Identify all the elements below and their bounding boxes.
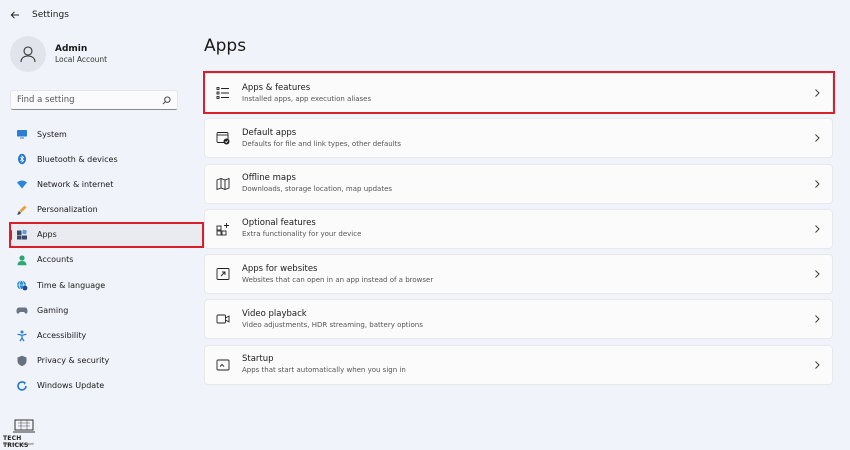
user-profile[interactable]: Admin Local Account <box>10 36 107 72</box>
card-subtitle: Websites that can open in an app instead… <box>242 275 434 284</box>
monitor-icon <box>16 128 28 140</box>
card-title: Apps for websites <box>242 263 318 274</box>
chevron-right-icon <box>815 179 820 188</box>
sidebar-item-label: Accounts <box>37 255 74 265</box>
bluetooth-icon <box>16 153 28 165</box>
annotation-highlight-apps <box>9 222 204 248</box>
annotation-highlight-apps-features <box>203 71 835 114</box>
default-apps-icon <box>216 131 230 145</box>
sidebar-item-label: Gaming <box>37 305 69 315</box>
card-title: Default apps <box>242 127 297 138</box>
user-name: Admin <box>55 44 88 54</box>
card-title: Offline maps <box>242 173 296 184</box>
sidebar-item-label: System <box>37 129 67 139</box>
avatar <box>10 36 46 72</box>
optional-features-icon <box>216 222 230 236</box>
card-subtitle: Apps that start automatically when you s… <box>242 366 406 375</box>
sidebar-item-network[interactable]: Network & internet <box>10 173 202 195</box>
back-button[interactable] <box>0 0 30 30</box>
watermark-subtext: THỦ THUẬT CÔNG NGHỆ <box>3 443 34 446</box>
chevron-right-icon <box>815 360 820 369</box>
sidebar-item-label: Accessibility <box>37 331 87 340</box>
search-input[interactable] <box>17 95 162 105</box>
chevron-right-icon <box>815 134 820 143</box>
sidebar-nav: System Bluetooth & devices Network & int… <box>10 123 202 400</box>
card-offline-maps[interactable]: Offline maps Downloads, storage location… <box>204 163 833 204</box>
accessibility-icon <box>16 330 28 342</box>
gamepad-icon <box>16 304 28 316</box>
card-subtitle: Video adjustments, HDR streaming, batter… <box>242 320 423 329</box>
arrow-left-icon <box>10 11 19 19</box>
globe-clock-icon <box>16 279 28 291</box>
apps-websites-icon <box>216 267 230 281</box>
sidebar-item-label: Windows Update <box>37 381 105 391</box>
watermark-text: TECH TRICKS <box>3 435 29 449</box>
startup-icon <box>216 358 230 372</box>
person-icon <box>20 46 36 63</box>
settings-cards: Apps & features Installed apps, app exec… <box>204 73 833 390</box>
chevron-right-icon <box>815 225 820 233</box>
card-startup[interactable]: Startup Apps that start automatically wh… <box>204 344 833 385</box>
shield-icon <box>16 355 28 367</box>
chevron-right-icon <box>815 270 820 279</box>
card-video-playback[interactable]: Video playback Video adjustments, HDR st… <box>204 299 833 340</box>
search-icon <box>162 95 171 104</box>
update-icon <box>16 380 28 392</box>
sidebar-item-label: Privacy & security <box>37 356 110 366</box>
sidebar-item-personalization[interactable]: Personalization <box>10 199 202 221</box>
brush-icon <box>16 204 28 216</box>
card-title: Optional features <box>242 218 316 229</box>
sidebar-item-gaming[interactable]: Gaming <box>10 299 202 321</box>
sidebar-item-time-language[interactable]: Time & language <box>10 274 202 296</box>
user-account-type: Local Account <box>55 55 108 64</box>
sidebar-item-label: Bluetooth & devices <box>37 154 118 164</box>
card-subtitle: Defaults for file and link types, other … <box>242 139 402 148</box>
app-title: Settings <box>32 10 69 20</box>
sidebar-item-accounts[interactable]: Accounts <box>10 249 202 271</box>
card-default-apps[interactable]: Default apps Defaults for file and link … <box>204 118 833 159</box>
wifi-icon <box>16 178 28 190</box>
card-subtitle: Downloads, storage location, map updates <box>242 185 393 194</box>
sidebar-item-privacy-security[interactable]: Privacy & security <box>10 350 202 372</box>
video-icon <box>216 312 230 326</box>
card-optional-features[interactable]: Optional features Extra functionality fo… <box>204 208 833 249</box>
map-icon <box>216 177 230 191</box>
sidebar-item-system[interactable]: System <box>10 123 202 145</box>
sidebar-item-label: Network & internet <box>37 179 114 189</box>
sidebar-item-label: Time & language <box>37 280 106 290</box>
page-title: Apps <box>204 36 247 56</box>
chevron-right-icon <box>815 315 820 324</box>
card-apps-for-websites[interactable]: Apps for websites Websites that can open… <box>204 254 833 295</box>
title-bar: Settings <box>0 0 850 30</box>
sidebar-item-windows-update[interactable]: Windows Update <box>10 375 202 397</box>
person-icon <box>16 254 28 266</box>
sidebar-item-bluetooth[interactable]: Bluetooth & devices <box>10 148 202 170</box>
sidebar-item-label: Personalization <box>37 205 98 215</box>
sidebar-item-accessibility[interactable]: Accessibility <box>10 325 202 347</box>
watermark-icon <box>13 419 35 433</box>
search-box[interactable] <box>10 90 178 110</box>
card-subtitle: Extra functionality for your device <box>242 230 362 239</box>
watermark-logo: TECH TRICKS THỦ THUẬT CÔNG NGHỆ <box>3 418 49 449</box>
card-title: Video playback <box>242 308 307 319</box>
card-title: Startup <box>242 354 274 365</box>
